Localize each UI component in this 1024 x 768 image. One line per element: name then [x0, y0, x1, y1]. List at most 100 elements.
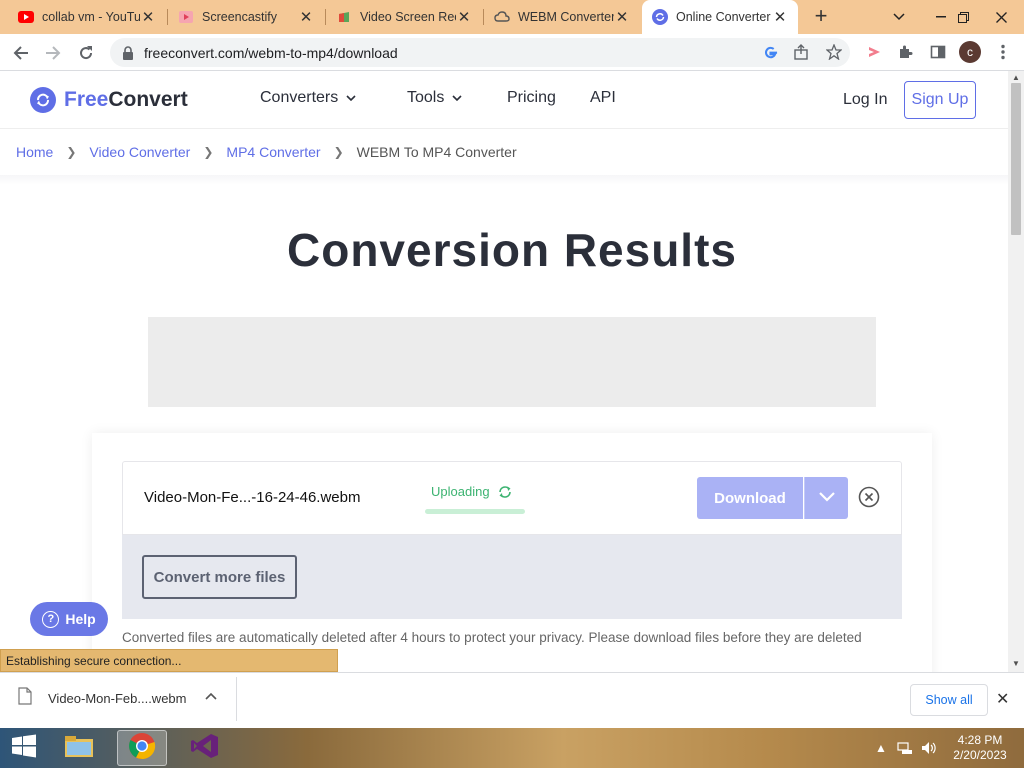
close-tab-icon[interactable]: ✕: [298, 8, 314, 26]
chevron-right-icon: ❯: [333, 145, 344, 159]
side-panel-icon[interactable]: [928, 42, 948, 62]
breadcrumb-video-converter[interactable]: Video Converter: [89, 144, 190, 160]
tab-video-screen-recorder[interactable]: Video Screen Recorder ✕: [326, 0, 482, 34]
tab-webm-converter[interactable]: WEBM Converter ✕: [484, 0, 640, 34]
tab-title: Online Converter: [676, 10, 771, 24]
upload-progress-bar: [425, 509, 525, 514]
screencastify-icon: [178, 9, 194, 25]
taskbar-visual-studio[interactable]: [180, 730, 230, 766]
nav-api[interactable]: API: [590, 89, 616, 107]
lock-icon: [122, 45, 134, 60]
chevron-right-icon: ❯: [203, 145, 214, 159]
close-shelf-icon[interactable]: ✕: [996, 689, 1009, 709]
show-hidden-icons-icon[interactable]: ▲: [875, 728, 887, 768]
address-bar[interactable]: freeconvert.com/webm-to-mp4/download: [110, 38, 850, 67]
web-page: Free Convert Converters Tools Pricing API…: [0, 71, 1008, 672]
forward-icon[interactable]: [40, 40, 66, 66]
logo-text-free: Free: [64, 88, 109, 111]
scrollbar-thumb[interactable]: [1011, 83, 1021, 235]
show-all-button[interactable]: Show all: [910, 684, 988, 716]
download-file-name: Video-Mon-Feb....webm: [48, 691, 187, 706]
download-shelf: Video-Mon-Feb....webm Show all ✕: [0, 672, 1024, 728]
download-item[interactable]: Video-Mon-Feb....webm: [18, 687, 187, 710]
browser-status-bubble: Establishing secure connection...: [0, 649, 338, 672]
privacy-notice: Converted files are automatically delete…: [122, 630, 862, 645]
upload-status-text: Uploading: [431, 484, 490, 499]
download-options-button[interactable]: [804, 477, 848, 519]
close-window-button[interactable]: [978, 0, 1024, 34]
refresh-spinner-icon: [498, 485, 512, 499]
download-button[interactable]: Download: [697, 477, 803, 519]
tab-title: Video Screen Recorder: [360, 10, 456, 24]
tab-screencastify[interactable]: Screencastify ✕: [168, 0, 324, 34]
nav-tools[interactable]: Tools: [407, 89, 462, 107]
tab-title: collab vm - YouTube: [42, 10, 140, 24]
close-tab-icon[interactable]: ✕: [456, 8, 472, 26]
windows-logo-icon: [11, 734, 37, 763]
profile-avatar[interactable]: c: [959, 41, 981, 63]
tab-youtube[interactable]: collab vm - YouTube ✕: [8, 0, 166, 34]
back-icon[interactable]: [8, 40, 34, 66]
breadcrumb-divider: [0, 175, 1008, 185]
freeconvert-logo[interactable]: Free Convert: [30, 87, 188, 113]
nav-label: Converters: [260, 89, 339, 106]
breadcrumb-mp4-converter[interactable]: MP4 Converter: [226, 144, 320, 160]
nav-label: Pricing: [507, 89, 556, 106]
close-tab-icon[interactable]: ✕: [140, 8, 156, 26]
close-tab-icon[interactable]: ✕: [614, 8, 630, 26]
url-text: freeconvert.com/webm-to-mp4/download: [144, 44, 398, 61]
site-header: Free Convert Converters Tools Pricing API…: [0, 71, 1008, 129]
breadcrumb-home[interactable]: Home: [16, 144, 53, 160]
browser-menu-icon[interactable]: [993, 42, 1013, 62]
scroll-up-icon[interactable]: ▲: [1012, 73, 1020, 82]
tab-title: WEBM Converter: [518, 10, 614, 24]
taskbar-file-explorer[interactable]: [54, 730, 104, 766]
upload-status: Uploading: [431, 484, 512, 499]
taskbar-clock[interactable]: 4:28 PM 2/20/2023: [948, 733, 1012, 763]
nav-label: API: [590, 89, 616, 106]
help-button[interactable]: ? Help: [30, 602, 108, 636]
tab-search-chevron-icon[interactable]: [876, 0, 922, 34]
remove-file-icon[interactable]: [858, 486, 880, 508]
page-scrollbar[interactable]: ▲ ▼: [1008, 71, 1024, 672]
windows-taskbar: ▲ 4:28 PM 2/20/2023: [0, 728, 1024, 768]
breadcrumb-current: WEBM To MP4 Converter: [356, 144, 517, 160]
close-tab-icon[interactable]: ✕: [772, 8, 788, 26]
chrome-icon: [128, 732, 156, 765]
network-icon[interactable]: [897, 728, 913, 768]
freeconvert-logo-icon: [30, 87, 56, 113]
file-name: Video-Mon-Fe...-16-24-46.webm: [144, 489, 361, 506]
tab-title: Screencastify: [202, 10, 278, 24]
signup-button[interactable]: Sign Up: [904, 81, 976, 119]
reload-icon[interactable]: [73, 40, 99, 66]
chevron-down-icon: [818, 489, 836, 507]
chevron-up-icon[interactable]: [205, 689, 217, 703]
logo-text-convert: Convert: [108, 88, 188, 111]
new-tab-button[interactable]: +: [808, 4, 834, 30]
volume-icon[interactable]: [921, 728, 937, 768]
nav-label: Tools: [407, 89, 445, 106]
google-icon[interactable]: [760, 42, 780, 62]
recorder-icon: [336, 9, 352, 25]
clock-date: 2/20/2023: [953, 748, 1007, 762]
login-link[interactable]: Log In: [843, 91, 887, 109]
start-button[interactable]: [0, 730, 48, 766]
file-icon: [18, 687, 32, 710]
share-icon[interactable]: [791, 42, 811, 62]
scroll-down-icon[interactable]: ▼: [1012, 659, 1020, 668]
extensions-puzzle-icon[interactable]: [896, 42, 916, 62]
clock-time: 4:28 PM: [957, 733, 1003, 747]
visual-studio-icon: [191, 733, 219, 764]
nav-pricing[interactable]: Pricing: [507, 89, 556, 107]
taskbar-chrome[interactable]: [117, 730, 167, 766]
folder-icon: [63, 733, 95, 764]
chevron-down-icon: [346, 93, 356, 104]
breadcrumb: Home ❯ Video Converter ❯ MP4 Converter ❯…: [16, 144, 517, 160]
tab-online-converter[interactable]: Online Converter ✕: [642, 0, 798, 34]
screencastify-extension-icon[interactable]: [864, 42, 884, 62]
youtube-icon: [18, 9, 34, 25]
bookmark-star-icon[interactable]: [824, 42, 844, 62]
file-row: Video-Mon-Fe...-16-24-46.webm Uploading …: [122, 461, 902, 535]
nav-converters[interactable]: Converters: [260, 89, 356, 107]
convert-more-files-button[interactable]: Convert more files: [142, 555, 297, 599]
